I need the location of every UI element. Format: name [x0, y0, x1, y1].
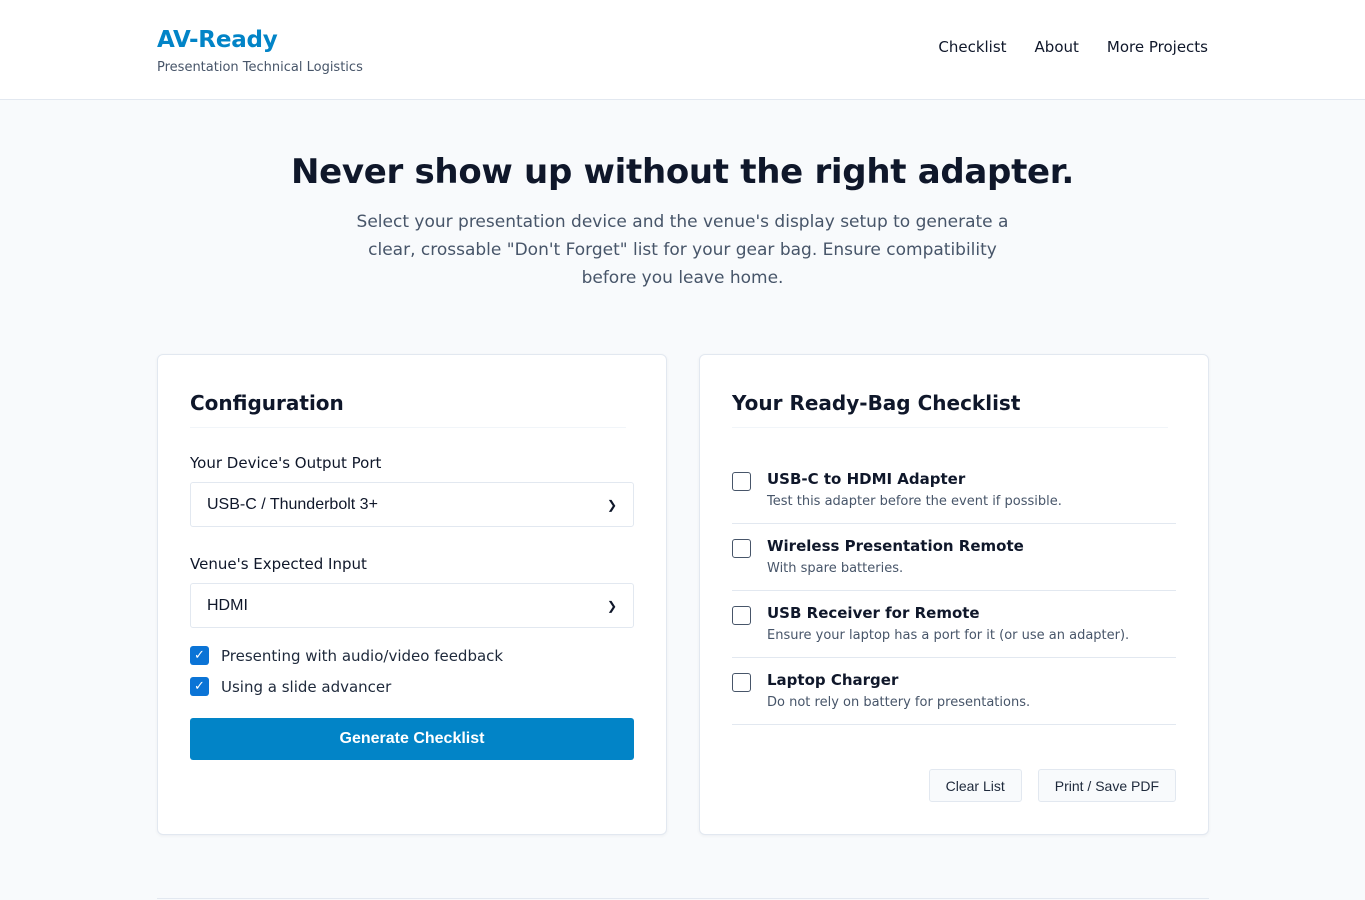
site-header: AV-Ready Presentation Technical Logistic… — [0, 0, 1365, 100]
nav-checklist[interactable]: Checklist — [938, 38, 1006, 56]
list-item[interactable]: USB-C to HDMI Adapter Test this adapter … — [732, 454, 1176, 524]
checkbox-unchecked-icon[interactable] — [732, 606, 751, 625]
item-title: USB Receiver for Remote — [767, 604, 980, 622]
checkbox-unchecked-icon[interactable] — [732, 673, 751, 692]
device-output-select[interactable]: USB-C / Thunderbolt 3+ ❯ — [190, 482, 634, 527]
hero-subtitle: Select your presentation device and the … — [356, 212, 1009, 288]
checkbox-checked-icon[interactable]: ✓ — [190, 646, 209, 665]
device-output-value: USB-C / Thunderbolt 3+ — [207, 495, 378, 513]
option-slide-advancer[interactable]: ✓ Using a slide advancer — [190, 677, 634, 696]
checklist-actions: Clear List Print / Save PDF — [928, 769, 1176, 802]
brand-title[interactable]: AV-Ready — [157, 24, 363, 56]
hero-title: Never show up without the right adapter. — [290, 152, 1075, 192]
chevron-down-icon: ❯ — [606, 598, 617, 613]
checklist-items: USB-C to HDMI Adapter Test this adapter … — [732, 454, 1176, 725]
option-av-feedback[interactable]: ✓ Presenting with audio/video feedback — [190, 646, 634, 665]
checkbox-unchecked-icon[interactable] — [732, 472, 751, 491]
checklist-title: Your Ready-Bag Checklist — [732, 391, 1168, 428]
list-item[interactable]: USB Receiver for Remote Ensure your lapt… — [732, 591, 1176, 658]
footer-divider — [157, 898, 1209, 899]
item-note: With spare batteries. — [767, 561, 904, 576]
venue-input-select[interactable]: HDMI ❯ — [190, 583, 634, 628]
venue-input-label: Venue's Expected Input — [190, 555, 367, 573]
configuration-card: Configuration Your Device's Output Port … — [157, 354, 667, 835]
item-title: Laptop Charger — [767, 671, 899, 689]
hero: Never show up without the right adapter.… — [0, 100, 1365, 292]
print-save-pdf-button[interactable]: Print / Save PDF — [1037, 769, 1176, 802]
item-note: Ensure your laptop has a port for it (or… — [767, 628, 1130, 643]
configuration-title: Configuration — [190, 391, 626, 428]
list-item[interactable]: Laptop Charger Do not rely on battery fo… — [732, 658, 1176, 725]
option-slide-advancer-label: Using a slide advancer — [221, 677, 392, 696]
cards: Configuration Your Device's Output Port … — [157, 354, 1209, 835]
nav-more-projects[interactable]: More Projects — [1107, 38, 1208, 56]
checklist-card: Your Ready-Bag Checklist USB-C to HDMI A… — [699, 354, 1209, 835]
brand[interactable]: AV-Ready Presentation Technical Logistic… — [157, 24, 363, 75]
nav-about[interactable]: About — [1035, 38, 1079, 56]
main-nav: Checklist About More Projects — [938, 38, 1208, 56]
item-note: Do not rely on battery for presentations… — [767, 695, 1031, 710]
brand-tagline: Presentation Technical Logistics — [157, 60, 363, 75]
checkbox-unchecked-icon[interactable] — [732, 539, 751, 558]
chevron-down-icon: ❯ — [606, 497, 617, 512]
venue-input-value: HDMI — [207, 596, 248, 614]
item-note: Test this adapter before the event if po… — [767, 494, 1062, 509]
checkbox-checked-icon[interactable]: ✓ — [190, 677, 209, 696]
list-item[interactable]: Wireless Presentation Remote With spare … — [732, 524, 1176, 591]
item-title: Wireless Presentation Remote — [767, 537, 1024, 555]
device-output-label: Your Device's Output Port — [190, 454, 382, 472]
option-av-feedback-label: Presenting with audio/video feedback — [221, 646, 504, 665]
item-title: USB-C to HDMI Adapter — [767, 470, 966, 488]
generate-checklist-button[interactable]: Generate Checklist — [190, 718, 634, 760]
clear-list-button[interactable]: Clear List — [928, 769, 1022, 802]
